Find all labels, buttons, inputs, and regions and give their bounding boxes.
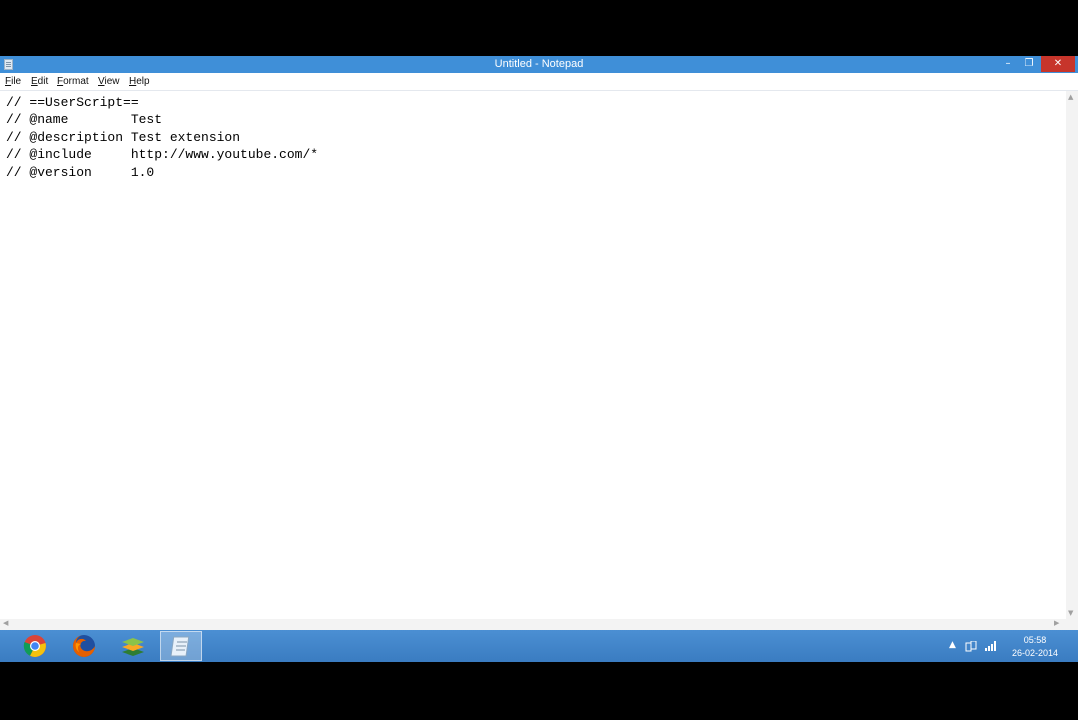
editor-content[interactable]: // ==UserScript== // @name Test // @desc… xyxy=(0,91,1066,181)
close-button[interactable]: ✕ xyxy=(1041,56,1075,72)
menu-help[interactable]: Help xyxy=(129,76,150,88)
menu-edit[interactable]: Edit xyxy=(31,76,48,88)
scroll-right-icon[interactable]: ▶ xyxy=(1054,619,1059,627)
taskbar-chrome-button[interactable] xyxy=(14,631,56,661)
taskbar: ▲ 05:58 26-02-2014 xyxy=(0,630,1078,662)
title-bar[interactable]: Untitled - Notepad – ❐ ✕ xyxy=(0,56,1078,73)
menu-view[interactable]: View xyxy=(98,76,120,88)
scroll-down-icon[interactable]: ▼ xyxy=(1068,609,1073,617)
menu-format[interactable]: Format xyxy=(57,76,89,88)
scrollbar-corner xyxy=(1066,619,1078,630)
clock-date[interactable]: 26-02-2014 xyxy=(1004,648,1066,658)
network-icon[interactable] xyxy=(965,641,977,652)
firefox-icon xyxy=(73,635,95,657)
signal-icon[interactable] xyxy=(985,641,997,651)
show-hidden-icons-icon[interactable]: ▲ xyxy=(949,640,956,651)
bluestacks-icon xyxy=(122,638,144,656)
clock-time[interactable]: 05:58 xyxy=(1004,635,1066,645)
menu-file[interactable]: File xyxy=(5,76,21,88)
notepad-icon xyxy=(170,636,190,657)
taskbar-firefox-button[interactable] xyxy=(63,631,105,661)
horizontal-scrollbar[interactable]: ◀ ▶ xyxy=(0,619,1066,630)
chrome-icon xyxy=(23,635,46,657)
taskbar-notepad-button[interactable] xyxy=(160,631,202,661)
window-title: Untitled - Notepad xyxy=(494,58,584,70)
restore-button[interactable]: ❐ xyxy=(1016,56,1042,72)
vertical-scrollbar[interactable]: ▲ ▼ xyxy=(1066,91,1078,619)
text-editor[interactable]: // ==UserScript== // @name Test // @desc… xyxy=(0,91,1066,619)
scroll-left-icon[interactable]: ◀ xyxy=(3,619,8,627)
taskbar-bluestacks-button[interactable] xyxy=(112,631,154,661)
notepad-window: Untitled - Notepad – ❐ ✕ File Edit Forma… xyxy=(0,56,1078,630)
menu-bar: File Edit Format View Help xyxy=(0,73,1078,91)
scroll-up-icon[interactable]: ▲ xyxy=(1068,93,1073,101)
